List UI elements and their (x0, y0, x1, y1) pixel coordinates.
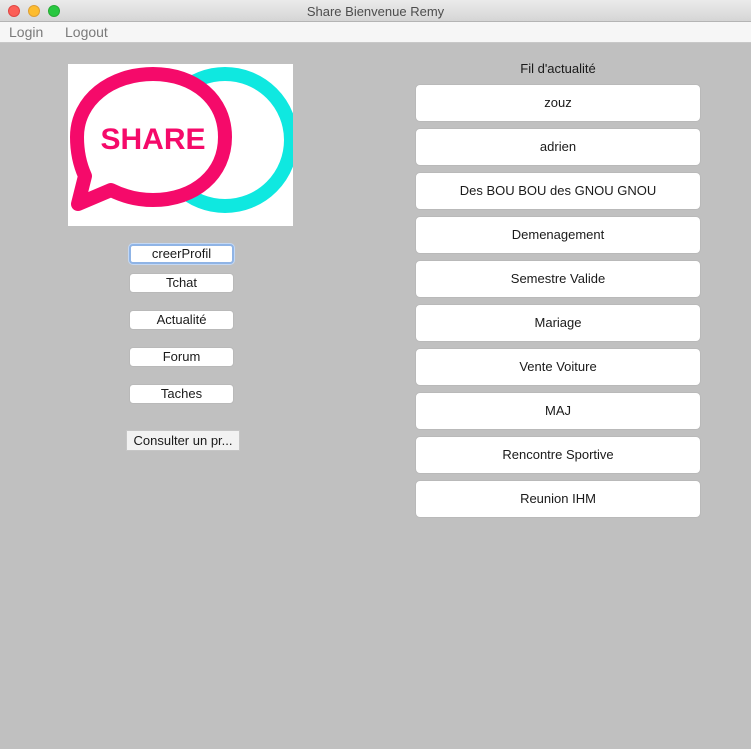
share-logo: SHARE (68, 64, 298, 226)
feed-title: Fil d'actualité (520, 61, 596, 76)
tchat-button[interactable]: Tchat (129, 273, 234, 293)
logo-text: SHARE (100, 123, 205, 156)
feed-item[interactable]: Demenagement (415, 216, 701, 254)
feed-item[interactable]: Mariage (415, 304, 701, 342)
menu-bar: Login Logout (0, 22, 751, 43)
feed-item[interactable]: Reunion IHM (415, 480, 701, 518)
menu-logout[interactable]: Logout (65, 24, 108, 40)
menu-login[interactable]: Login (9, 24, 43, 40)
window-title: Share Bienvenue Remy (306, 4, 445, 19)
consulter-profil-button[interactable]: Consulter un pr... (126, 430, 240, 451)
feed-item[interactable]: Vente Voiture (415, 348, 701, 386)
feed-item[interactable]: Semestre Valide (415, 260, 701, 298)
forum-button[interactable]: Forum (129, 347, 234, 367)
feed-item[interactable]: zouz (415, 84, 701, 122)
feed-item[interactable]: MAJ (415, 392, 701, 430)
actualite-button[interactable]: Actualité (129, 310, 234, 330)
creer-profil-button[interactable]: creerProfil (129, 244, 234, 264)
feed-item[interactable]: Des BOU BOU des GNOU GNOU (415, 172, 701, 210)
taches-button[interactable]: Taches (129, 384, 234, 404)
feed-item[interactable]: adrien (415, 128, 701, 166)
title-bar: Share Bienvenue Remy (0, 0, 751, 22)
feed-item[interactable]: Rencontre Sportive (415, 436, 701, 474)
share-logo-graphic: SHARE (70, 67, 298, 213)
